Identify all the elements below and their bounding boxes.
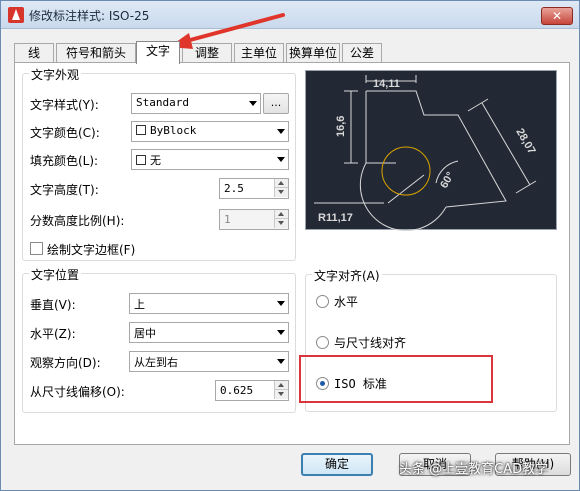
align-with-dim-line-label: 与尺寸线对齐 — [334, 336, 407, 350]
draw-frame-label: 绘制文字边框(F) — [47, 243, 136, 257]
text-style-select[interactable]: Standard — [131, 93, 261, 114]
preview-dim-diagonal: 28,07 — [513, 127, 537, 157]
chevron-down-icon — [277, 301, 285, 306]
preview-panel: 14,11 16,6 28,07 60° R11,17 — [305, 70, 557, 232]
text-appearance-group: 文字外观 文字样式(Y): Standard ... 文字颜色(C): ByBl… — [22, 66, 296, 261]
horizontal-value: 居中 — [134, 327, 156, 340]
tab-tolerances[interactable]: 公差 — [342, 43, 382, 63]
spin-up-icon[interactable] — [274, 210, 288, 219]
text-style-label: 文字样式(Y): — [30, 98, 99, 112]
spin-up-icon[interactable] — [274, 179, 288, 188]
color-swatch-icon — [136, 125, 146, 135]
preview-dim-radius: R11,17 — [318, 212, 353, 224]
view-direction-value: 从左到右 — [134, 356, 178, 369]
chevron-down-icon — [277, 157, 285, 162]
draw-frame-checkbox[interactable] — [30, 242, 43, 255]
vertical-value: 上 — [134, 298, 145, 311]
offset-spinner[interactable]: 0.625 — [215, 380, 289, 401]
horizontal-select[interactable]: 居中 — [129, 322, 289, 343]
tab-lines[interactable]: 线 — [14, 43, 54, 63]
text-style-browse-button[interactable]: ... — [263, 93, 289, 114]
fraction-scale-value: 1 — [224, 213, 231, 226]
text-height-value: 2.5 — [224, 182, 244, 195]
text-alignment-title: 文字对齐(A) — [312, 267, 382, 284]
text-placement-title: 文字位置 — [29, 266, 82, 283]
color-swatch-icon — [136, 155, 146, 165]
watermark-text: 头条 @上壹教育CAD教学 — [399, 462, 549, 477]
align-horizontal-label: 水平 — [334, 295, 359, 309]
fraction-scale-label: 分数高度比例(H): — [30, 214, 125, 228]
tab-symbols-arrows[interactable]: 符号和箭头 — [56, 43, 136, 63]
tab-text[interactable]: 文字 — [136, 41, 180, 64]
text-height-spinner[interactable]: 2.5 — [219, 178, 289, 199]
preview-dim-angle: 60° — [438, 170, 457, 190]
preview-dim-top: 14,11 — [373, 78, 400, 90]
close-button[interactable]: ✕ — [541, 7, 573, 25]
horizontal-label: 水平(Z): — [30, 327, 76, 341]
text-placement-group: 文字位置 垂直(V): 上 水平(Z): 居中 观察方向(D): 从左到右 从尺… — [22, 266, 296, 413]
text-appearance-title: 文字外观 — [29, 66, 82, 83]
preview-dim-left: 16,6 — [335, 116, 347, 137]
text-style-value: Standard — [136, 96, 189, 109]
view-direction-label: 观察方向(D): — [30, 356, 101, 370]
tab-alternate-units[interactable]: 换算单位 — [286, 43, 340, 63]
window-title: 修改标注样式: ISO-25 — [29, 9, 150, 23]
chevron-down-icon — [277, 129, 285, 134]
dimension-preview-drawing: 14,11 16,6 28,07 60° R11,17 — [314, 75, 538, 232]
align-with-dim-line-radio[interactable] — [316, 336, 329, 349]
dialog-window: 修改标注样式: ISO-25 ✕ 线 符号和箭头 文字 调整 主单位 换算单位 … — [0, 0, 580, 491]
autocad-logo-icon — [8, 7, 24, 23]
spin-down-icon[interactable] — [274, 188, 288, 197]
text-color-value: ByBlock — [150, 124, 197, 137]
fill-color-select[interactable]: 无 — [131, 149, 289, 170]
offset-value: 0.625 — [220, 384, 254, 397]
view-direction-select[interactable]: 从左到右 — [129, 351, 289, 372]
chevron-down-icon — [249, 101, 257, 106]
vertical-label: 垂直(V): — [30, 298, 76, 312]
text-height-label: 文字高度(T): — [30, 183, 99, 197]
text-color-label: 文字颜色(C): — [30, 126, 100, 140]
annotation-highlight-box — [299, 355, 493, 403]
ok-button[interactable]: 确定 — [301, 453, 373, 476]
text-color-select[interactable]: ByBlock — [131, 121, 289, 142]
spin-up-icon[interactable] — [274, 381, 288, 390]
fill-color-label: 填充颜色(L): — [30, 154, 99, 168]
fraction-scale-spinner[interactable]: 1 — [219, 209, 289, 230]
fill-color-value: 无 — [150, 154, 161, 167]
chevron-down-icon — [277, 359, 285, 364]
spin-down-icon[interactable] — [274, 219, 288, 228]
chevron-down-icon — [277, 330, 285, 335]
vertical-select[interactable]: 上 — [129, 293, 289, 314]
spin-down-icon[interactable] — [274, 390, 288, 399]
offset-label: 从尺寸线偏移(O): — [30, 385, 125, 399]
align-horizontal-radio[interactable] — [316, 295, 329, 308]
